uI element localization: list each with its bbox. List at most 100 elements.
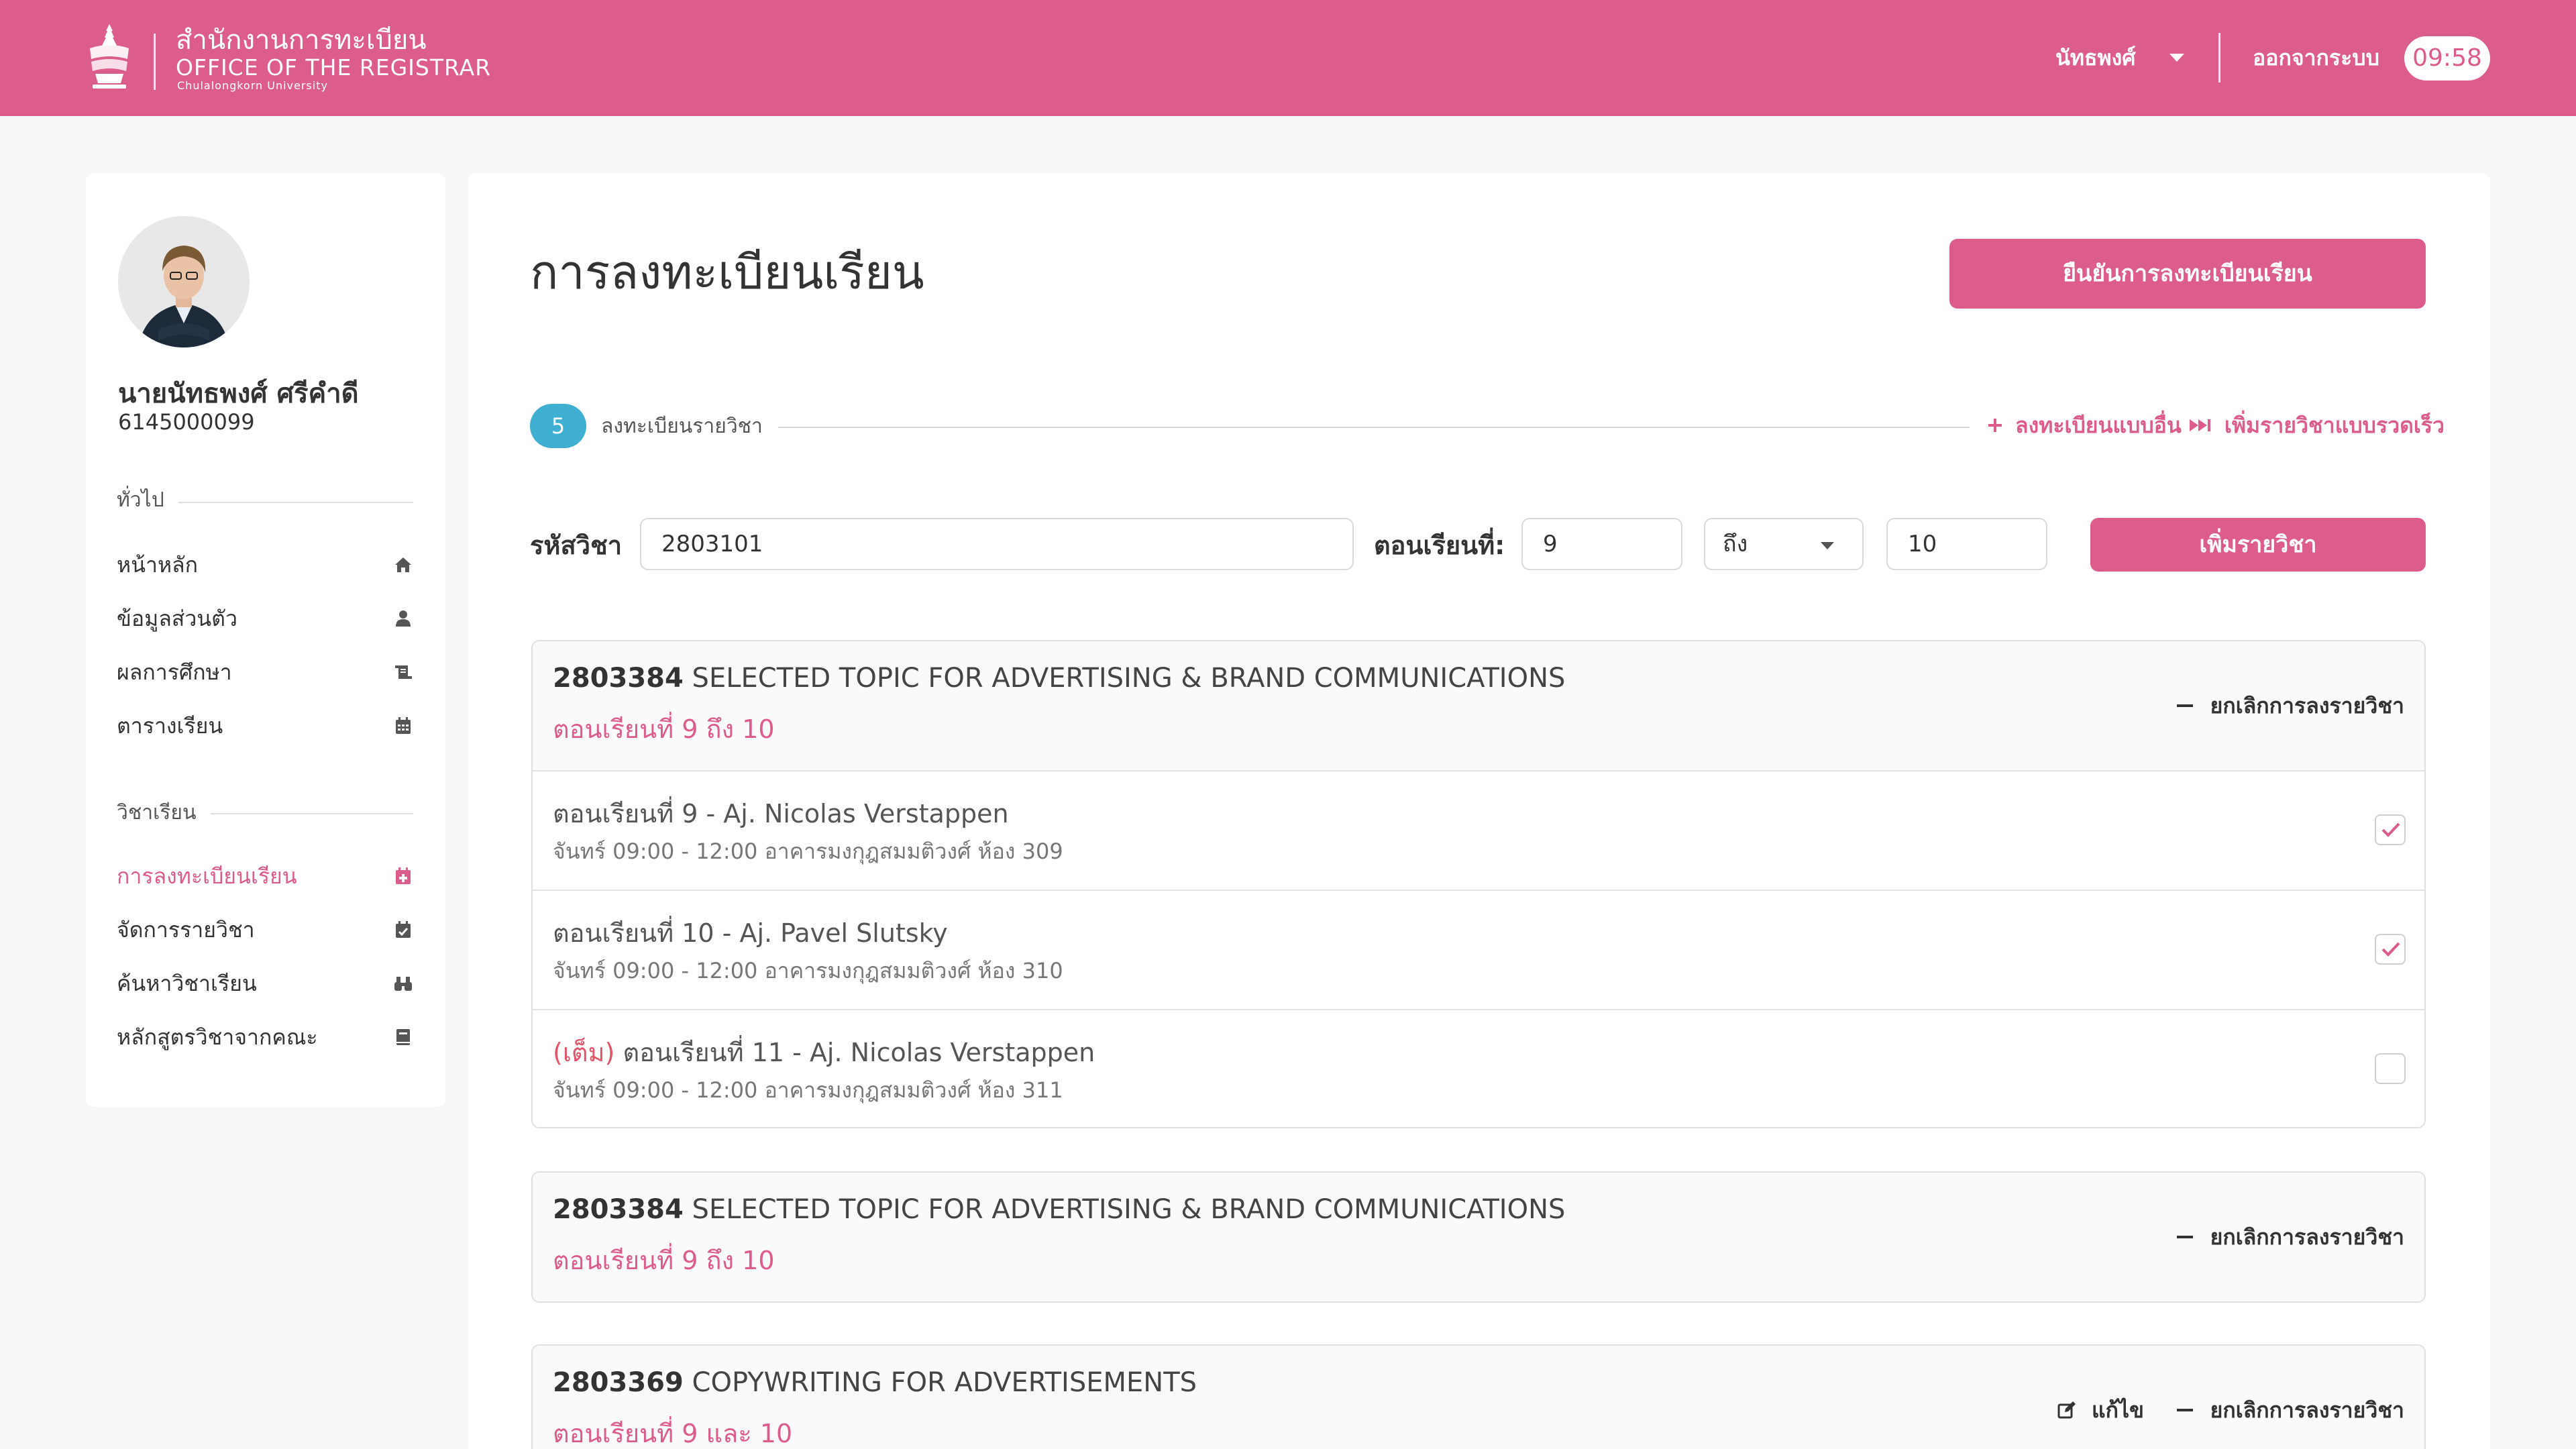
sidebar-item-label: การลงทะเบียนเรียน: [117, 863, 297, 889]
header-divider: [2218, 33, 2220, 83]
user-icon: [396, 610, 411, 627]
section-range-select[interactable]: ถึง: [1704, 518, 1864, 570]
course-card-header: 2803384 SELECTED TOPIC FOR ADVERTISING &…: [533, 1173, 2424, 1301]
section-name-text: ตอนเรียนที่ 11 - Aj. Nicolas Verstappen: [623, 1038, 1095, 1067]
avatar-image: [118, 216, 250, 347]
calendar-check-icon: [396, 921, 411, 938]
logo-divider: [154, 34, 156, 90]
step-divider: [778, 427, 1970, 428]
section-detail: จันทร์ 09:00 - 12:00 อาคารมงกุฎสมมติวงศ์…: [553, 958, 1063, 983]
section-from-input[interactable]: 9: [1521, 518, 1682, 570]
sidebar-section-courses: วิชาเรียน: [117, 801, 197, 824]
other-register-link[interactable]: ลงทะเบียนแบบอื่น: [1987, 409, 2182, 441]
sidebar-item-registration[interactable]: การลงทะเบียนเรียน: [117, 856, 413, 896]
sidebar-item-search-courses[interactable]: ค้นหาวิชาเรียน: [117, 963, 413, 1004]
course-title: 2803384 SELECTED TOPIC FOR ADVERTISING &…: [553, 663, 1565, 694]
course-name: SELECTED TOPIC FOR ADVERTISING & BRAND C…: [692, 1194, 1566, 1225]
brand-title-english: OFFICE OF THE REGISTRAR: [176, 54, 492, 80]
section-detail: จันทร์ 09:00 - 12:00 อาคารมงกุฎสมมติวงศ์…: [553, 1077, 1063, 1103]
course-sections: ตอนเรียนที่ 9 ถึง 10: [553, 1246, 775, 1275]
user-menu-label: นัทธพงศ์: [2055, 44, 2136, 70]
add-course-button[interactable]: เพิ่มรายวิชา: [2090, 518, 2426, 572]
cancel-course-button[interactable]: ยกเลิกการลงรายวิชา: [2176, 1394, 2404, 1426]
sidebar-item-label: หลักสูตรวิชาจากคณะ: [117, 1024, 318, 1050]
minus-icon: [2176, 1409, 2193, 1411]
home-icon: [395, 557, 411, 572]
course-sections: ตอนเรียนที่ 9 ถึง 10: [553, 714, 775, 744]
course-card: 2803369 COPYWRITING FOR ADVERTISEMENTS ต…: [531, 1344, 2426, 1449]
section-checkbox[interactable]: [2375, 1053, 2406, 1084]
minus-icon: [2176, 704, 2193, 707]
edit-icon: [2057, 1401, 2076, 1419]
calendar-icon: [396, 717, 411, 734]
edit-course-button[interactable]: แก้ไข: [2057, 1394, 2144, 1426]
student-id: 6145000099: [118, 409, 255, 435]
avatar: [118, 216, 250, 347]
sidebar-item-grades[interactable]: ผลการศึกษา: [117, 652, 413, 692]
chevron-down-icon: [2169, 54, 2184, 62]
section-checkbox[interactable]: [2375, 814, 2406, 845]
sidebar-item-label: ค้นหาวิชาเรียน: [117, 970, 257, 996]
sidebar-item-label: ตารางเรียน: [117, 712, 223, 739]
plus-icon: [1988, 419, 2002, 432]
course-name: COPYWRITING FOR ADVERTISEMENTS: [692, 1367, 1197, 1398]
sidebar-section-general: ทั่วไป: [117, 488, 164, 512]
binoculars-icon: [394, 977, 412, 991]
section-range-value: ถึง: [1723, 531, 1748, 557]
step-label: ลงทะเบียนรายวิชา: [601, 415, 763, 438]
sidebar-item-manage-courses[interactable]: จัดการรายวิชา: [117, 910, 413, 950]
course-card-header: 2803369 COPYWRITING FOR ADVERTISEMENTS ต…: [533, 1346, 2424, 1449]
user-menu-dropdown[interactable]: นัทธพงศ์: [2055, 39, 2184, 76]
course-title: 2803384 SELECTED TOPIC FOR ADVERTISING &…: [553, 1194, 1565, 1225]
section-row: ตอนเรียนที่ 10 - Aj. Pavel Slutsky จันทร…: [533, 890, 2424, 1009]
sidebar-item-label: หน้าหลัก: [117, 551, 199, 578]
edit-course-label: แก้ไข: [2092, 1397, 2144, 1423]
course-card: 2803384 SELECTED TOPIC FOR ADVERTISING &…: [531, 640, 2426, 1128]
sidebar-section-divider: [211, 813, 413, 814]
course-code-input[interactable]: 2803101: [640, 518, 1354, 570]
section-checkbox[interactable]: [2375, 934, 2406, 965]
cancel-course-button[interactable]: ยกเลิกการลงรายวิชา: [2176, 690, 2404, 722]
brand-title-thai: สำนักงานการทะเบียน: [176, 25, 427, 56]
sidebar-item-faculty-curriculum[interactable]: หลักสูตรวิชาจากคณะ: [117, 1017, 413, 1057]
confirm-registration-button[interactable]: ยืนยันการลงทะเบียนเรียน: [1949, 239, 2426, 309]
course-count-badge: 5: [530, 404, 586, 448]
minus-icon: [2176, 1236, 2193, 1238]
section-row: ตอนเรียนที่ 9 - Aj. Nicolas Verstappen จ…: [533, 770, 2424, 890]
section-name: (เต็ม) ตอนเรียนที่ 11 - Aj. Nicolas Vers…: [553, 1032, 1095, 1073]
section-full-tag: (เต็ม): [553, 1038, 615, 1067]
page-title: การลงทะเบียนเรียน: [530, 245, 924, 300]
quick-add-label: เพิ่มรายวิชาแบบรวดเร็ว: [2224, 412, 2445, 438]
sidebar-section-divider: [178, 502, 413, 503]
sidebar-item-schedule[interactable]: ตารางเรียน: [117, 706, 413, 746]
chevron-down-icon: [1821, 542, 1834, 549]
section-name: ตอนเรียนที่ 9 - Aj. Nicolas Verstappen: [553, 793, 1009, 834]
cancel-course-button[interactable]: ยกเลิกการลงรายวิชา: [2176, 1221, 2404, 1253]
course-code: 2803384: [553, 663, 684, 694]
sidebar-item-home[interactable]: หน้าหลัก: [117, 545, 413, 585]
sidebar-item-label: จัดการรายวิชา: [117, 916, 255, 943]
course-code-label: รหัสวิชา: [530, 531, 623, 560]
section-to-input[interactable]: 10: [1886, 518, 2047, 570]
book-icon: [396, 1029, 410, 1045]
check-icon: [2381, 822, 2400, 837]
other-register-label: ลงทะเบียนแบบอื่น: [2015, 412, 2182, 438]
logout-button[interactable]: ออกจากระบบ: [2253, 39, 2379, 76]
section-detail: จันทร์ 09:00 - 12:00 อาคารมงกุฎสมมติวงศ์…: [553, 839, 1063, 864]
section-name: ตอนเรียนที่ 10 - Aj. Pavel Slutsky: [553, 912, 948, 953]
cancel-course-label: ยกเลิกการลงรายวิชา: [2210, 692, 2404, 718]
section-name-text: ตอนเรียนที่ 9 - Aj. Nicolas Verstappen: [553, 799, 1009, 828]
section-label: ตอนเรียนที่:: [1374, 531, 1505, 560]
fast-forward-icon: [2190, 419, 2210, 431]
sidebar-item-profile[interactable]: ข้อมูลส่วนตัว: [117, 598, 413, 639]
check-icon: [2381, 942, 2400, 957]
course-card-header: 2803384 SELECTED TOPIC FOR ADVERTISING &…: [533, 641, 2424, 770]
calendar-plus-icon: [396, 867, 411, 884]
section-row: (เต็ม) ตอนเรียนที่ 11 - Aj. Nicolas Vers…: [533, 1009, 2424, 1127]
course-sections: ตอนเรียนที่ 9 และ 10: [553, 1419, 793, 1448]
top-header: สำนักงานการทะเบียน OFFICE OF THE REGISTR…: [0, 0, 2576, 116]
quick-add-link[interactable]: เพิ่มรายวิชาแบบรวดเร็ว: [2188, 409, 2445, 441]
brand-subtitle: Chulalongkorn University: [177, 79, 328, 92]
scroll-icon: [395, 665, 412, 679]
section-name-text: ตอนเรียนที่ 10 - Aj. Pavel Slutsky: [553, 918, 948, 948]
